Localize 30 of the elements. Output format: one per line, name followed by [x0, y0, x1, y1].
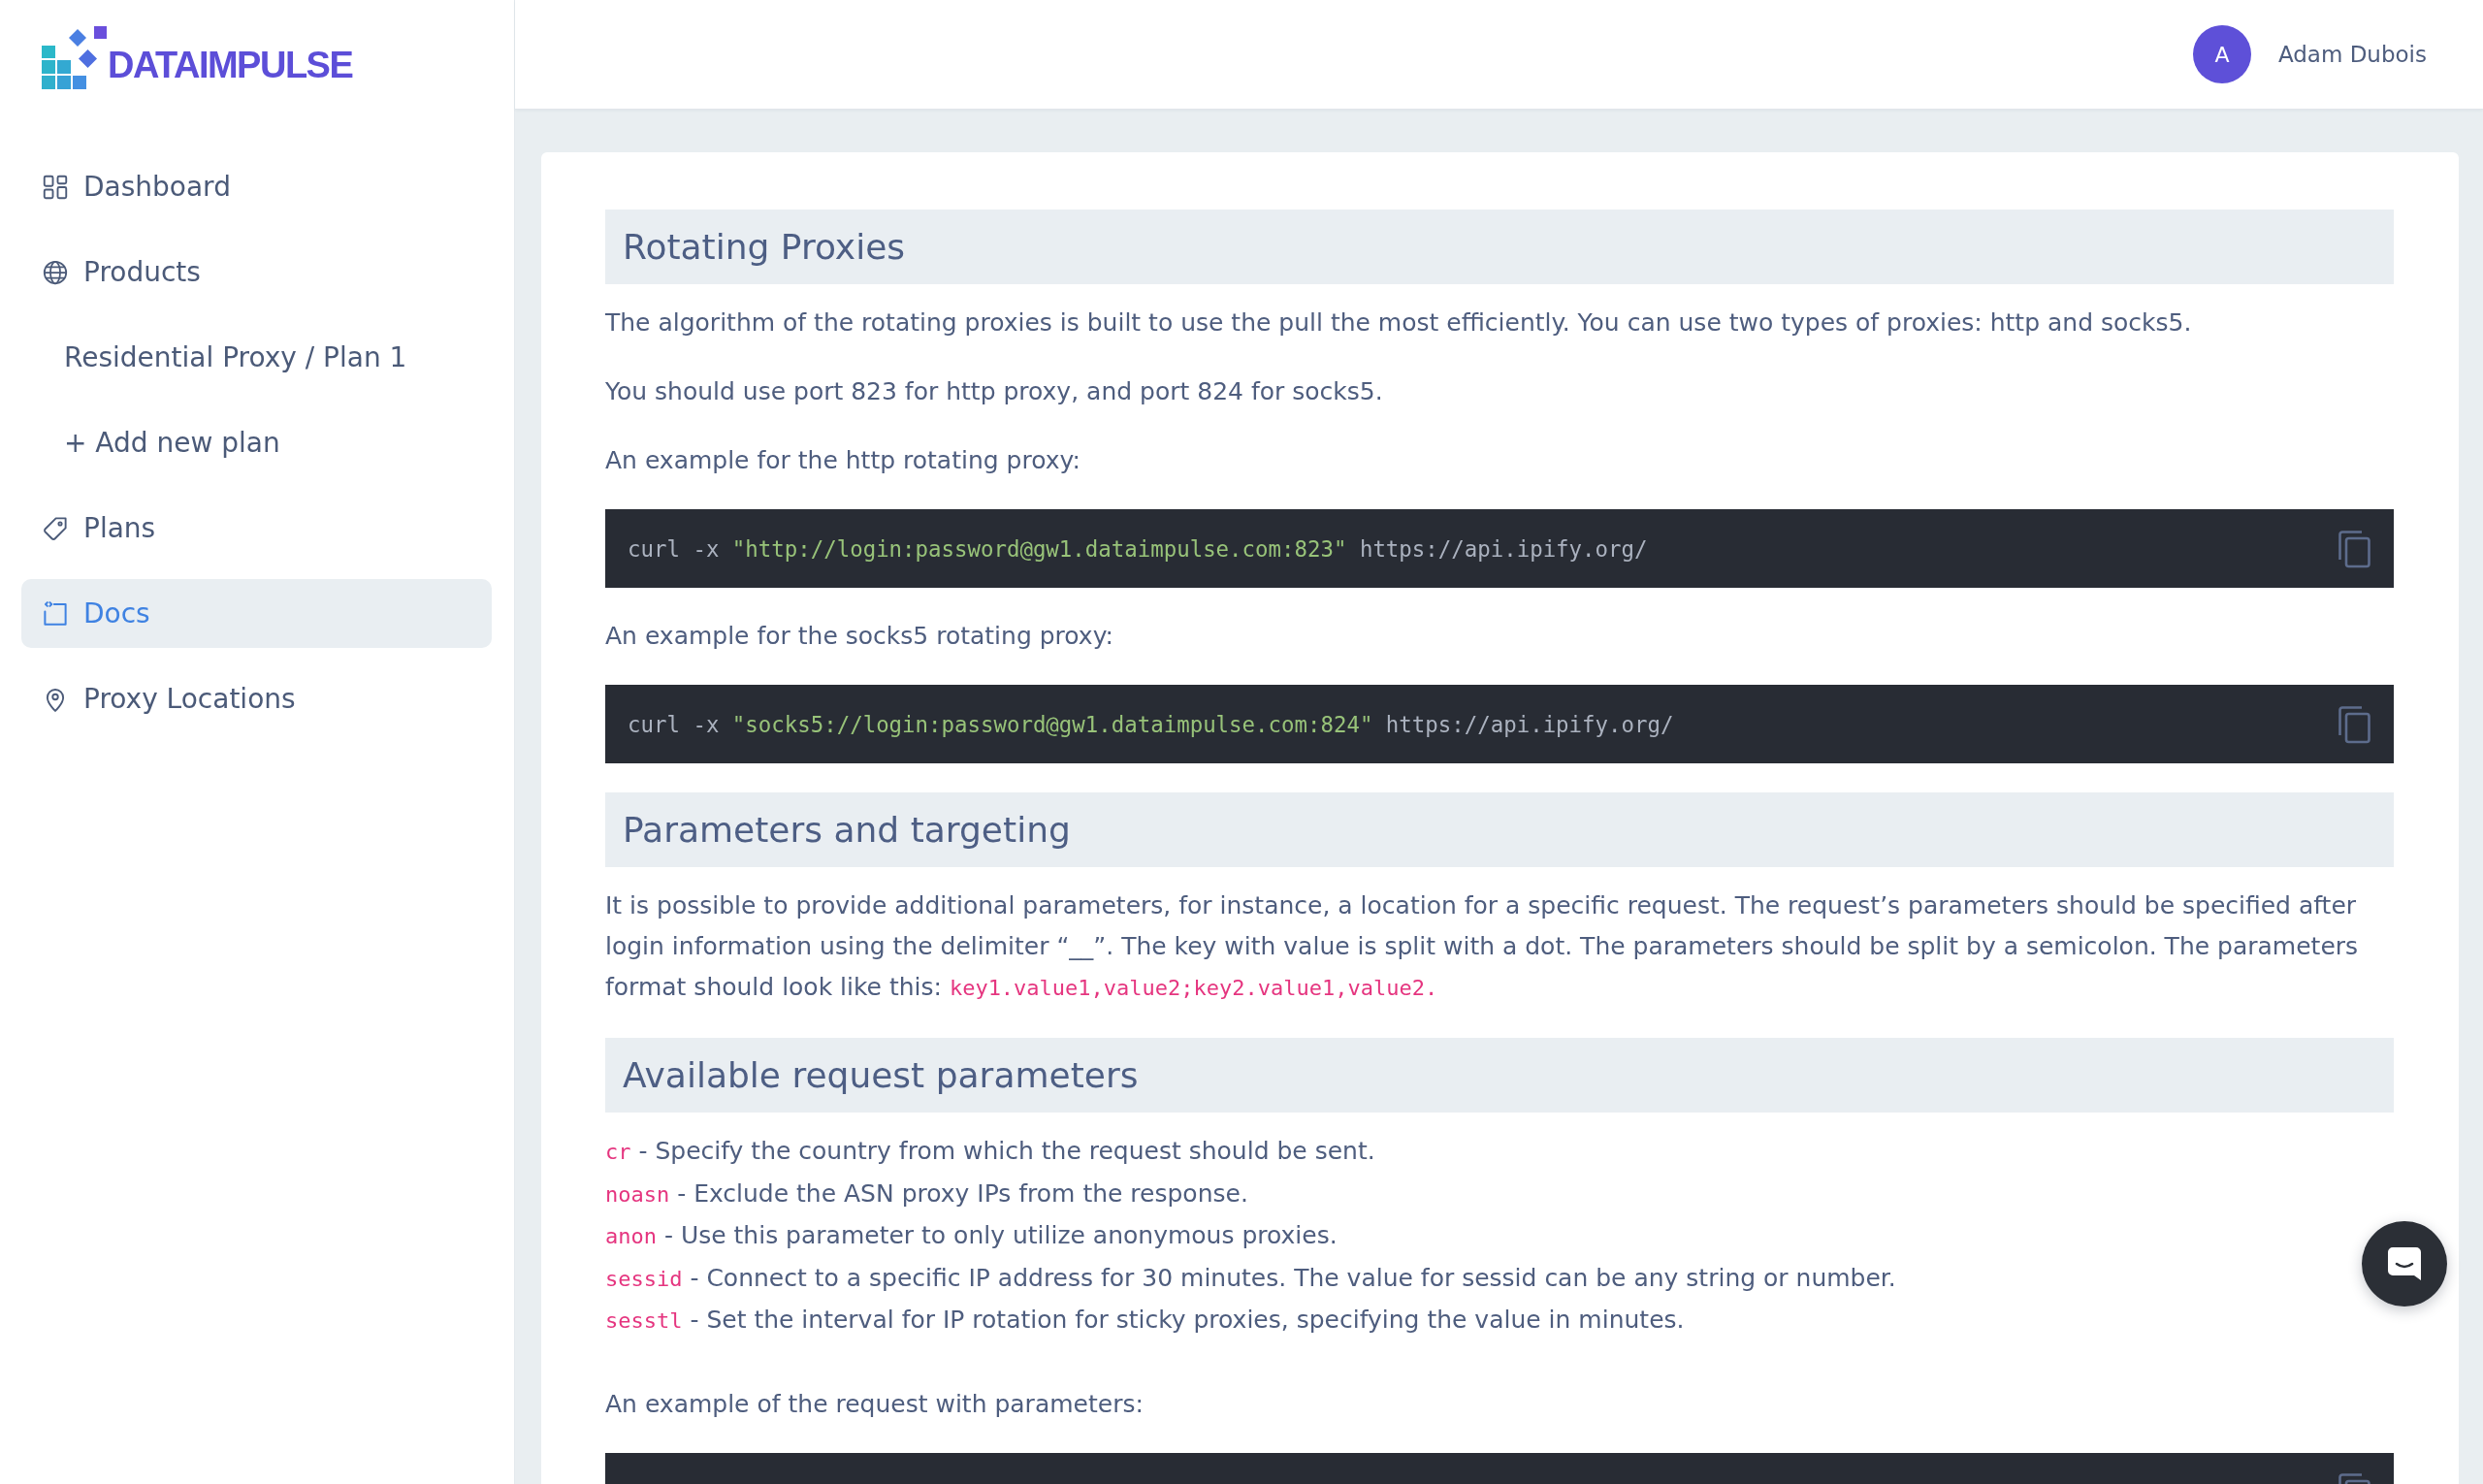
copy-icon[interactable] [2338, 529, 2371, 568]
nav-item[interactable]: Residential Proxy / Plan 1 [21, 323, 492, 392]
code-text: curl -x "socks5://login:password@gw1.dataimpulse.com:824" https://api.ipify.org/ [628, 711, 1674, 737]
code-icon [41, 598, 70, 629]
avatar[interactable]: A [2192, 25, 2251, 83]
nav-item[interactable]: Products [21, 238, 492, 306]
paragraph: An example of the request with parameters: [605, 1388, 1145, 1420]
logo-text: DATAIMPULSE [108, 47, 353, 83]
nav-item[interactable]: Dashboard [21, 152, 492, 221]
code-text: curl -x "http://login:password@gw1.dataimpulse.com:823" https://api.ipify.org/ [628, 535, 1648, 562]
chat-icon [2386, 1245, 2423, 1282]
section-heading: Rotating Proxies [605, 210, 2394, 284]
list-item: anon - Use this parameter to only utilize anonymous proxies. [605, 1220, 1338, 1251]
list-item: noasn - Exclude the ASN proxy IPs from the response. [605, 1178, 1249, 1210]
section-heading: Parameters and targeting [605, 792, 2394, 867]
section-heading: Available request parameters [605, 1038, 2394, 1113]
logo-icon [41, 24, 107, 89]
list-item: sessid - Connect to a specific IP address for 30 minutes. The value for sessid can be any string or number. [605, 1262, 1897, 1294]
paragraph: An example for the http rotating proxy: [605, 445, 1081, 476]
copy-icon[interactable] [2338, 704, 2371, 744]
list-item: cr - Specify the country from which the request should be sent. [605, 1136, 1376, 1167]
paragraph: The algorithm of the rotating proxies is built to use the pull the most efficiently. You can use two types of proxies: http and socks5. [605, 307, 2193, 339]
user-name[interactable]: Adam Dubois [2277, 42, 2427, 67]
paragraph: It is possible to provide additional parameters, for instance, a location for a specific request. The request’s parameters should be specified after login information using the delimiter “__”. The key with value is split with a dot. The parameters should be split by a semicolon. The parameters format should look like this: key1.value1,value2;key2.value1,value2. [605, 890, 2360, 1003]
list-item: sesstl - Set the interval for IP rotation for sticky proxies, specifying the value in minutes. [605, 1305, 1686, 1336]
nav-item[interactable]: + Add new plan [21, 408, 492, 477]
nav-item[interactable]: Plans [21, 494, 492, 563]
paragraph: An example for the socks5 rotating proxy: [605, 621, 1115, 652]
paragraph: You should use port 823 for http proxy, and port 824 for socks5. [605, 376, 1384, 407]
nav-item[interactable]: Proxy Locations [21, 664, 492, 733]
